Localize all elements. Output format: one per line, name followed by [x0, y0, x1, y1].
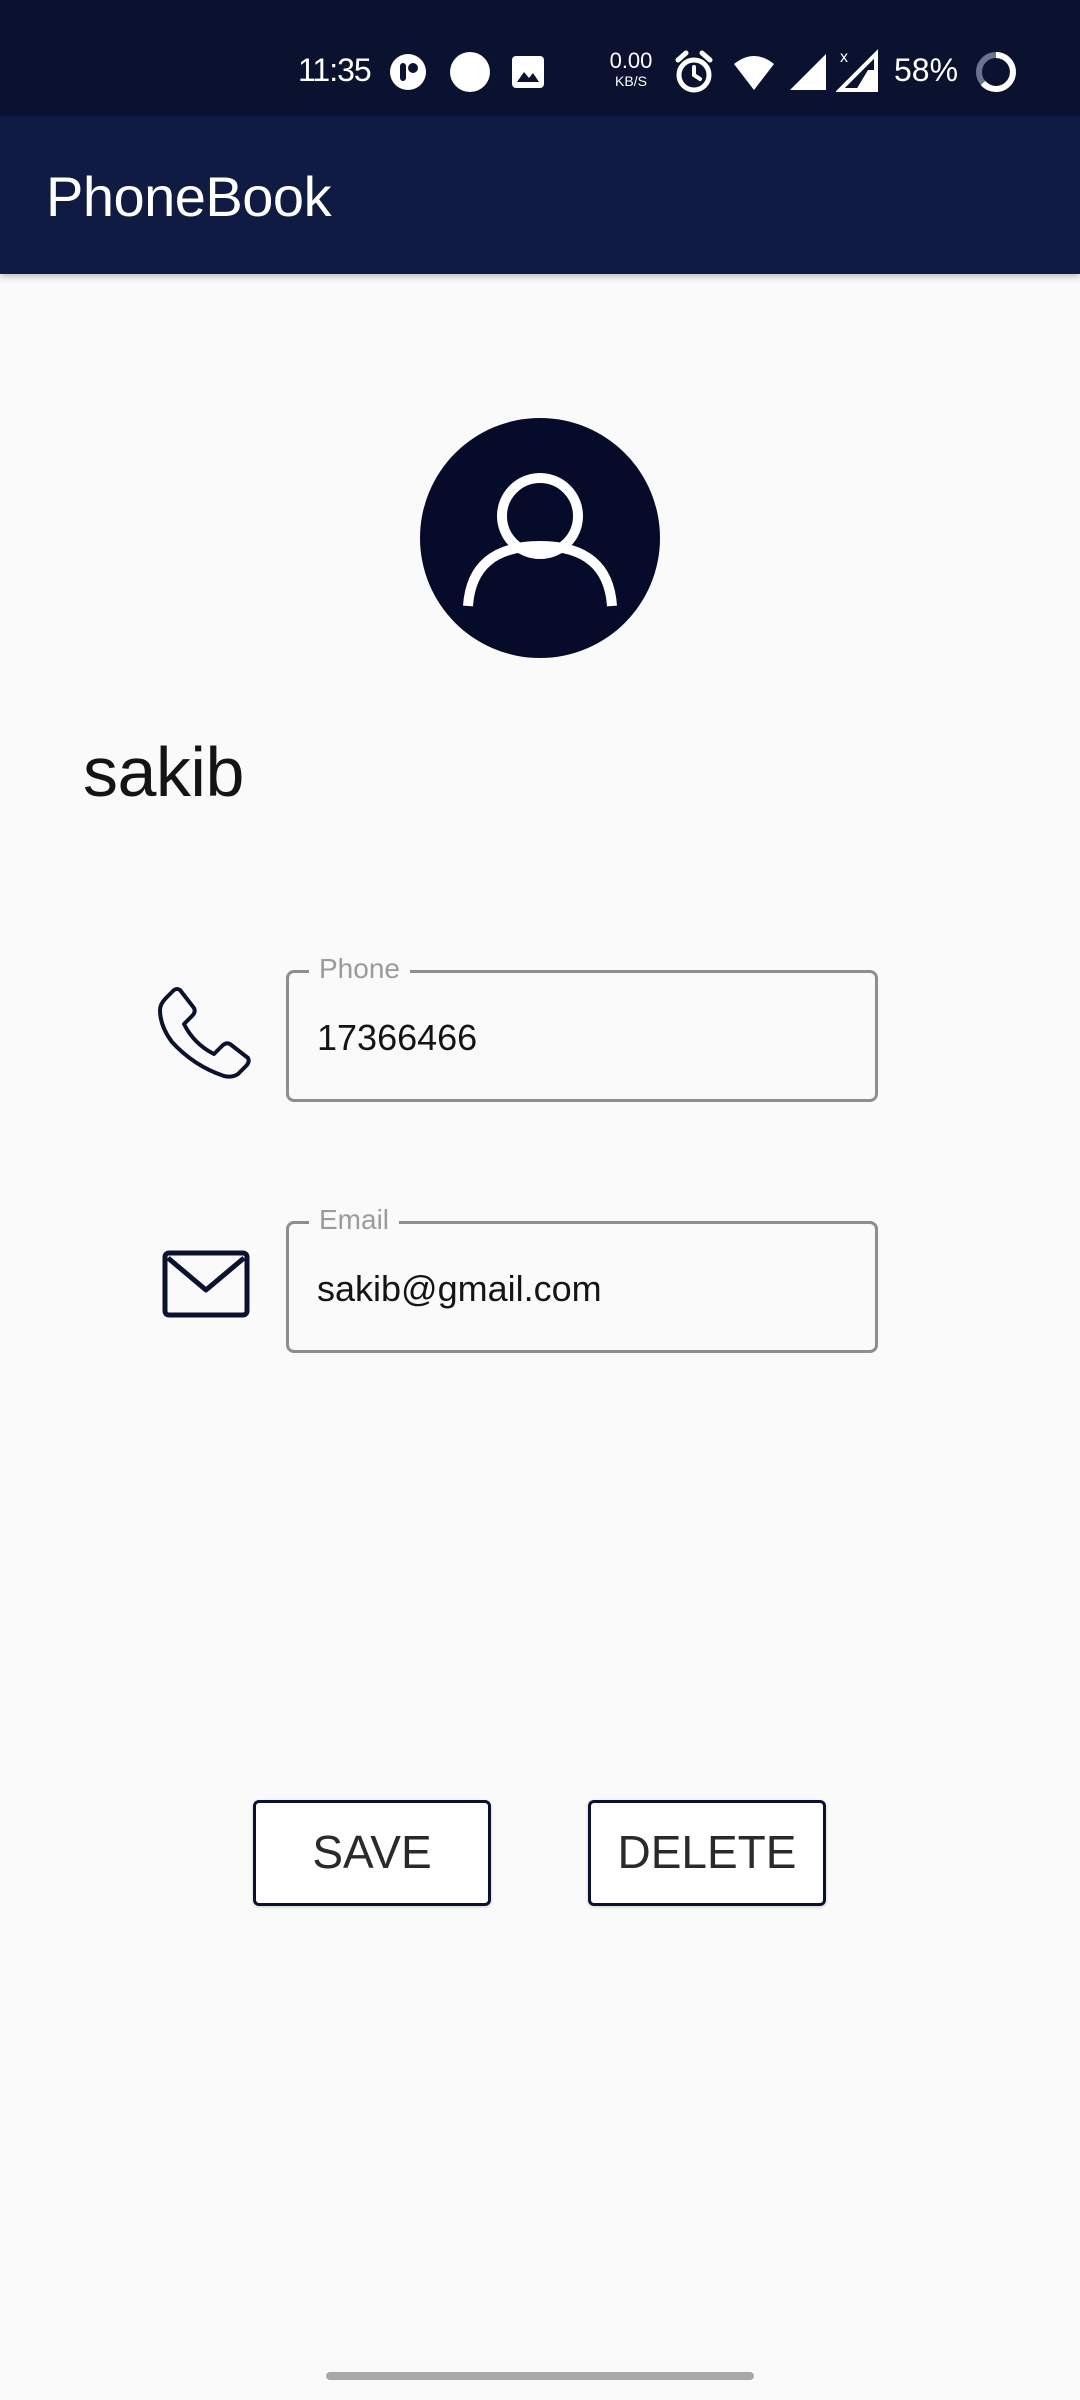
alarm-icon: [675, 50, 713, 93]
phone-input[interactable]: [317, 1017, 837, 1059]
status-time: 11:35: [298, 52, 372, 88]
app-bar: PhoneBook: [0, 116, 1080, 274]
status-bar: 11:35 x 0.00 KB/S 58%: [0, 0, 1080, 116]
battery-icon: [976, 52, 1016, 92]
app-title: PhoneBook: [46, 165, 332, 228]
phone-icon: [158, 987, 251, 1079]
network-speed-value: 0.00: [609, 48, 653, 73]
contact-name: sakib: [83, 733, 244, 811]
email-field-label: Email: [309, 1202, 400, 1238]
person-icon: [463, 473, 617, 607]
contact-avatar: [420, 418, 660, 658]
circle-notification-icon: [450, 52, 490, 92]
gesture-nav-handle[interactable]: [326, 2372, 754, 2380]
wifi-icon: [734, 56, 774, 90]
battery-percent: 58%: [894, 52, 959, 88]
save-button[interactable]: SAVE: [253, 1800, 491, 1906]
phone-field-label: Phone: [309, 951, 410, 987]
mail-icon: [162, 1250, 250, 1318]
email-input[interactable]: [317, 1268, 837, 1310]
network-speed: 0.00 KB/S: [604, 48, 658, 89]
image-icon: [512, 56, 544, 88]
signal-icon: [790, 54, 826, 90]
phone-field[interactable]: Phone: [286, 951, 878, 1102]
signal-no-data-icon: x: [836, 49, 878, 92]
email-field[interactable]: Email: [286, 1202, 878, 1353]
svg-text:x: x: [840, 49, 848, 66]
delete-button[interactable]: DELETE: [588, 1800, 826, 1906]
app-notification-icon: [390, 54, 426, 90]
network-speed-unit: KB/S: [615, 73, 647, 89]
